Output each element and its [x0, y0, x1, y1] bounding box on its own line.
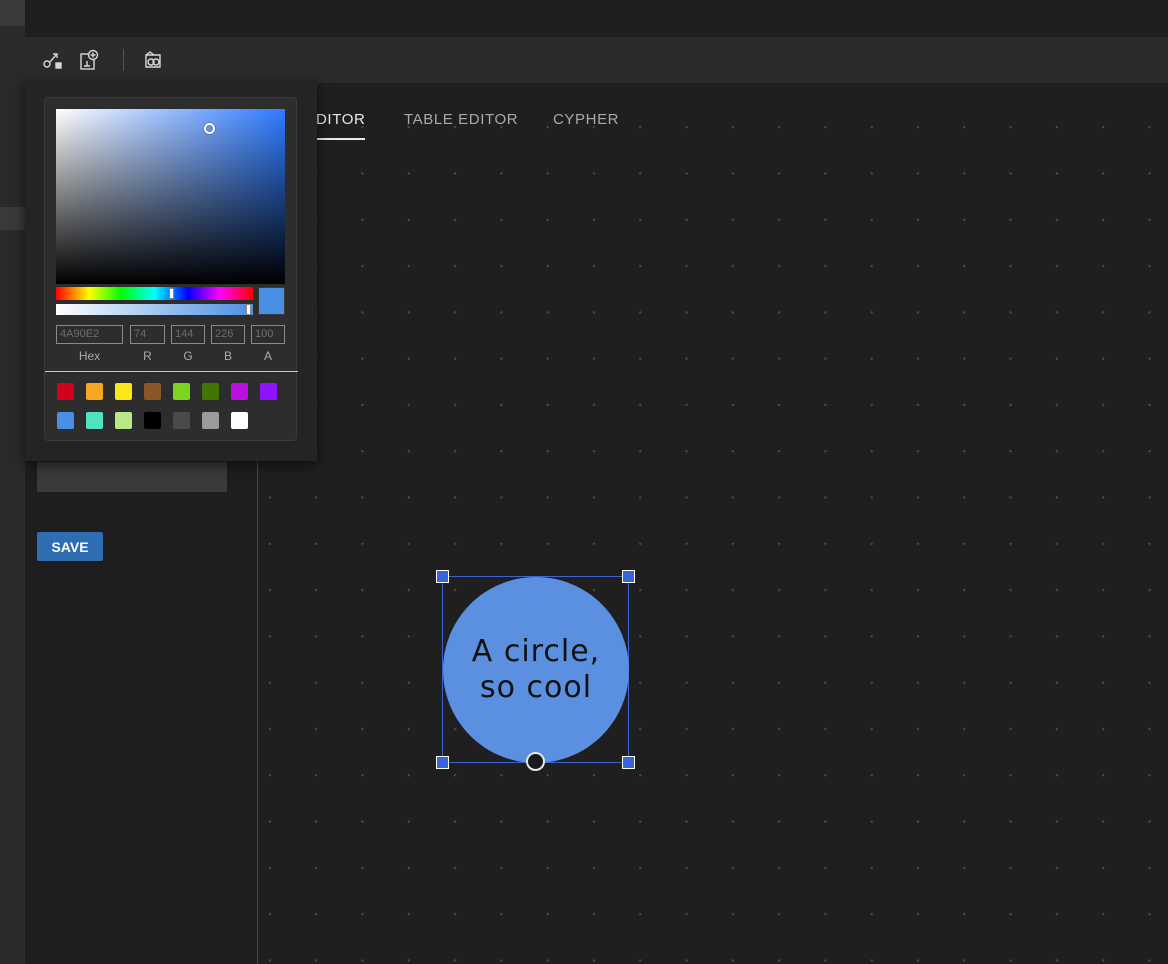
preset-swatch[interactable] [86, 412, 103, 429]
preset-swatch[interactable] [173, 383, 190, 400]
preset-swatch[interactable] [57, 412, 74, 429]
theme-icon[interactable] [141, 48, 165, 72]
green-input[interactable]: 144 [171, 325, 205, 344]
red-label: R [143, 349, 152, 363]
picker-divider [45, 371, 298, 372]
hex-input[interactable]: 4A90E2 [56, 325, 123, 344]
preset-swatch[interactable] [115, 412, 132, 429]
preset-swatch[interactable] [231, 383, 248, 400]
color-picker: 4A90E2 74 144 226 100 Hex R G B A [44, 97, 298, 441]
current-color-preview [258, 287, 285, 315]
alpha-label: A [263, 349, 272, 363]
strip-marker [0, 0, 25, 26]
blue-label: B [223, 349, 232, 363]
side-panel-field[interactable] [37, 462, 227, 492]
top-bar [25, 0, 1168, 37]
blue-input[interactable]: 226 [211, 325, 245, 344]
alpha-slider-thumb[interactable] [246, 304, 251, 315]
tab-editor[interactable]: DITOR [316, 111, 366, 140]
connect-nodes-icon[interactable] [41, 48, 65, 72]
green-label: G [183, 349, 193, 363]
add-node-icon[interactable] [77, 48, 101, 72]
saturation-area[interactable] [56, 109, 285, 284]
preset-swatch[interactable] [115, 383, 132, 400]
alpha-input[interactable]: 100 [251, 325, 285, 344]
left-activity-strip [0, 0, 25, 964]
graph-canvas[interactable] [258, 83, 1168, 964]
alpha-slider[interactable] [56, 304, 253, 315]
resize-handle-bottom-left[interactable] [436, 756, 449, 769]
preset-swatch[interactable] [202, 383, 219, 400]
save-button[interactable]: SAVE [37, 532, 103, 561]
hue-slider-thumb[interactable] [169, 288, 174, 299]
preset-swatch[interactable] [173, 412, 190, 429]
preset-swatch[interactable] [144, 383, 161, 400]
preset-swatch[interactable] [202, 412, 219, 429]
preset-swatch[interactable] [86, 383, 103, 400]
circle-node[interactable]: A circle, so cool [443, 577, 629, 763]
preset-swatch[interactable] [231, 412, 248, 429]
circle-node-label: A circle, so cool [471, 634, 601, 705]
tab-cypher[interactable]: CYPHER [553, 111, 619, 128]
preset-swatch[interactable] [57, 383, 74, 400]
resize-handle-bottom-right[interactable] [622, 756, 635, 769]
hue-slider[interactable] [56, 287, 253, 300]
strip-marker [0, 207, 25, 230]
toolbar-separator [123, 49, 124, 71]
resize-handle-top-right[interactable] [622, 570, 635, 583]
red-input[interactable]: 74 [130, 325, 165, 344]
connection-handle[interactable] [526, 752, 545, 771]
hex-label: Hex [78, 349, 101, 363]
toolbar [25, 37, 1168, 83]
preset-swatch[interactable] [260, 383, 277, 400]
saturation-cursor[interactable] [204, 123, 215, 134]
tab-table-editor[interactable]: TABLE EDITOR [404, 111, 518, 128]
resize-handle-top-left[interactable] [436, 570, 449, 583]
preset-swatch[interactable] [144, 412, 161, 429]
